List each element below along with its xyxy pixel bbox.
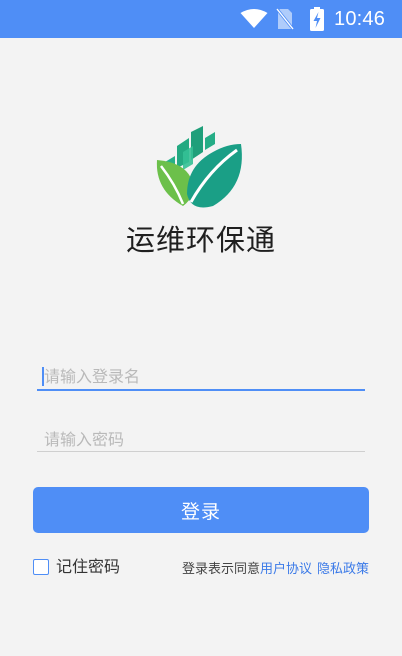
password-underline xyxy=(37,451,365,452)
login-button[interactable]: 登录 xyxy=(33,487,369,533)
text-cursor xyxy=(42,367,44,386)
wifi-icon xyxy=(240,9,268,33)
remember-password-label[interactable]: 记住密码 xyxy=(56,557,120,577)
privacy-policy-link[interactable]: 隐私政策 xyxy=(317,562,369,577)
agreement-text: 登录表示同意用户协议 隐私政策 xyxy=(182,561,369,579)
app-name: 运维环保通 xyxy=(125,223,276,257)
app-logo xyxy=(153,122,249,212)
username-underline xyxy=(37,389,365,391)
status-time: 10:46 xyxy=(334,8,386,30)
status-bar: 10:46 xyxy=(0,0,402,38)
battery-charging-icon xyxy=(309,7,325,35)
password-field[interactable] xyxy=(37,425,365,455)
agreement-prefix: 登录表示同意 xyxy=(181,562,260,577)
no-sim-icon xyxy=(275,8,295,34)
username-field[interactable] xyxy=(37,362,365,392)
username-input[interactable] xyxy=(37,362,365,390)
user-agreement-link[interactable]: 用户协议 xyxy=(260,562,312,577)
remember-password-checkbox[interactable] xyxy=(33,559,49,575)
password-input[interactable] xyxy=(37,425,365,453)
